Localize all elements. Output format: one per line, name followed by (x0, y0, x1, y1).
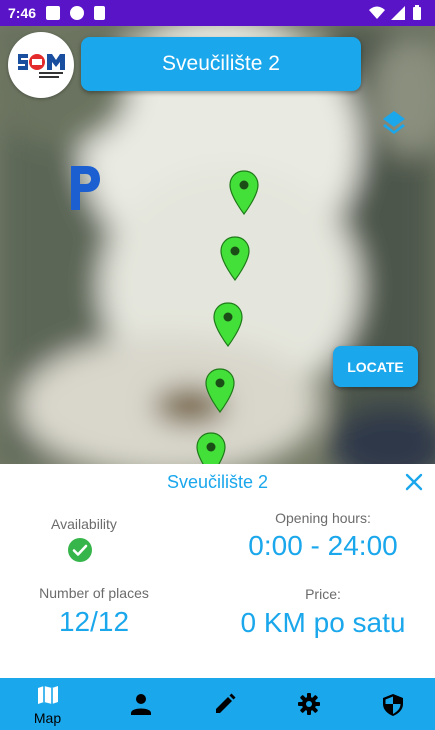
battery-icon (413, 7, 421, 20)
availability-label: Availability (51, 516, 117, 532)
parking-marker[interactable] (205, 368, 235, 414)
gmail-notification-icon (46, 6, 60, 20)
nav-profile[interactable] (97, 678, 184, 730)
gear-icon (298, 693, 320, 715)
price-label: Price: (305, 586, 341, 602)
nav-edit[interactable] (181, 678, 268, 730)
status-time: 7:46 (8, 5, 37, 21)
locate-button[interactable]: LOCATE (333, 346, 418, 387)
wifi-icon (369, 6, 385, 19)
places-label: Number of places (39, 585, 149, 601)
layers-icon[interactable] (381, 110, 407, 138)
details-panel (0, 464, 435, 678)
opening-hours-value: 0:00 - 24:00 (248, 530, 398, 561)
opening-hours-label: Opening hours: (275, 510, 371, 526)
parking-marker[interactable] (213, 302, 243, 348)
bottom-navigation: Map (0, 678, 435, 730)
signal-icon (391, 6, 405, 20)
parking-marker[interactable] (229, 170, 259, 216)
places-value: 12/12 (58, 606, 130, 637)
app-notification-icon (70, 6, 84, 20)
status-bar: 7:46 (0, 0, 435, 26)
nav-map[interactable]: Map (4, 678, 91, 730)
close-icon[interactable] (404, 472, 424, 492)
person-icon (131, 694, 151, 715)
price-value: 0 KM po satu (240, 607, 406, 638)
details-title: Sveučilište 2 (166, 472, 269, 492)
status-right-icons (369, 5, 421, 20)
check-circle-icon (68, 538, 92, 562)
university-logo[interactable] (8, 32, 74, 98)
nav-settings[interactable] (265, 678, 352, 730)
map-icon (38, 686, 58, 704)
nav-privacy[interactable] (349, 678, 435, 730)
shield-icon (383, 694, 403, 716)
university-logo-icon (18, 54, 65, 78)
nav-map-label: Map (33, 710, 62, 726)
sd-card-icon (94, 6, 105, 20)
pencil-icon (216, 693, 236, 713)
parking-marker-partial[interactable] (196, 432, 228, 464)
parking-marker[interactable] (220, 236, 250, 282)
location-title-button[interactable]: Sveučilište 2 (81, 37, 361, 91)
parking-icon (71, 166, 100, 210)
